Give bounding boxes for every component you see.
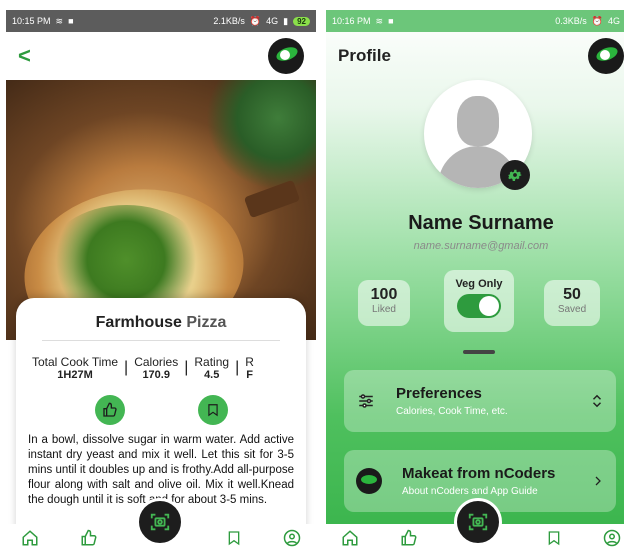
liked-label: Liked	[372, 304, 396, 315]
alarm-icon: ⏰	[591, 15, 604, 26]
stat-value: 170.9	[142, 369, 170, 381]
toggle-knob	[479, 296, 499, 316]
camera-scan-icon	[150, 513, 170, 531]
recipe-actions	[58, 395, 264, 425]
recipe-screen: 10:15 PM ≋ ■ 2.1KB/s ⏰ 4G ▮ 92 < Farmhou…	[6, 10, 316, 552]
expand-icon	[592, 394, 602, 408]
camera-scan-icon	[468, 513, 488, 531]
bookmark-button[interactable]	[197, 395, 228, 425]
network-speed: 2.1KB/s	[213, 16, 245, 26]
gear-icon	[508, 169, 522, 181]
battery-level: 92	[293, 16, 310, 26]
stat-cook-time: Total Cook Time 1H27M	[28, 355, 122, 381]
app-logo	[268, 38, 304, 74]
recipe-title-accent: Pizza	[186, 314, 227, 331]
thumbs-up-nav-icon[interactable]	[79, 528, 99, 548]
about-title: Makeat from nCoders	[402, 465, 556, 482]
chevron-left-icon[interactable]: <	[18, 43, 31, 69]
bookmark-nav-icon[interactable]	[544, 528, 564, 548]
network-speed: 0.3KB/s	[555, 16, 587, 26]
user-email: name.surname@gmail.com	[413, 240, 549, 252]
app-bar: Profile	[326, 32, 624, 80]
recipe-title: Farmhouse Pizza	[42, 314, 280, 341]
user-name: Name Surname	[408, 212, 554, 234]
stat-value: 1H27M	[57, 369, 93, 381]
bookmark-nav-icon[interactable]	[224, 528, 244, 548]
stat-label: R	[245, 355, 254, 369]
like-button[interactable]	[94, 395, 125, 425]
about-subtitle: About nCoders and App Guide	[402, 486, 538, 497]
plant-decoration	[206, 80, 316, 190]
stat-label: Rating	[194, 355, 230, 369]
app-bar: <	[6, 32, 316, 80]
sliders-icon	[359, 394, 373, 408]
preferences-subtitle: Calories, Cook Time, etc.	[396, 406, 508, 417]
stat-value: F	[246, 369, 253, 381]
stat-divider: |	[235, 359, 240, 376]
chevron-right-icon	[595, 476, 601, 486]
saved-count: 50	[563, 286, 581, 303]
bookmark-icon	[207, 404, 218, 417]
network-type: 4G	[608, 16, 621, 26]
recipe-stats: Total Cook Time 1H27M | Calories 170.9 |…	[28, 355, 294, 381]
page-title: Profile	[338, 46, 391, 65]
wifi-icon: ≋	[375, 15, 384, 26]
app-logo	[588, 38, 624, 74]
thumbs-up-icon	[102, 402, 117, 417]
status-time: 10:16 PM	[332, 16, 371, 26]
settings-button[interactable]	[500, 160, 530, 190]
veg-only-label: Veg Only	[455, 278, 503, 290]
home-icon[interactable]	[340, 528, 360, 548]
saved-label: Saved	[557, 304, 587, 315]
scan-button[interactable]	[454, 498, 502, 546]
alarm-icon: ⏰	[249, 15, 262, 26]
scan-button[interactable]	[136, 498, 184, 546]
liked-count-card[interactable]: 100 Liked	[358, 280, 410, 326]
profile-screen: 10:16 PM ≋ ■ 0.3KB/s ⏰ 4G ▮ Profile Name…	[326, 10, 624, 552]
avatar-head	[457, 96, 499, 146]
veg-only-toggle[interactable]	[457, 294, 501, 318]
veg-only-card: Veg Only	[444, 270, 514, 332]
stat-label: Total Cook Time	[32, 355, 119, 369]
liked-count: 100	[370, 286, 398, 303]
stat-more: R F	[241, 355, 258, 381]
preferences-title: Preferences	[396, 385, 482, 402]
stat-divider: |	[124, 359, 129, 376]
saved-count-card[interactable]: 50 Saved	[544, 280, 600, 326]
home-icon[interactable]	[20, 528, 40, 548]
status-bar: 10:16 PM ≋ ■ 0.3KB/s ⏰ 4G ▮	[326, 10, 624, 32]
stat-label: Calories	[134, 355, 179, 369]
ncoders-logo	[356, 468, 382, 494]
stat-rating: Rating 4.5	[190, 355, 233, 381]
notification-icon: ■	[68, 16, 74, 26]
profile-nav-icon[interactable]	[282, 528, 302, 548]
notification-icon: ■	[388, 16, 394, 26]
recipe-title-main: Farmhouse	[95, 314, 182, 331]
status-bar: 10:15 PM ≋ ■ 2.1KB/s ⏰ 4G ▮ 92	[6, 10, 316, 32]
stat-calories: Calories 170.9	[130, 355, 182, 381]
profile-nav-icon[interactable]	[602, 528, 622, 548]
status-time: 10:15 PM	[12, 16, 51, 26]
stat-value: 4.5	[204, 369, 220, 381]
network-type: 4G	[266, 16, 279, 26]
thumbs-up-nav-icon[interactable]	[399, 528, 419, 548]
wifi-icon: ≋	[55, 15, 64, 26]
preferences-item[interactable]: Preferences Calories, Cook Time, etc.	[344, 370, 616, 432]
drag-handle[interactable]	[463, 350, 495, 354]
signal-icon: ▮	[283, 15, 289, 26]
stat-divider: |	[184, 359, 189, 376]
recipe-instructions: In a bowl, dissolve sugar in warm water.…	[28, 434, 294, 506]
